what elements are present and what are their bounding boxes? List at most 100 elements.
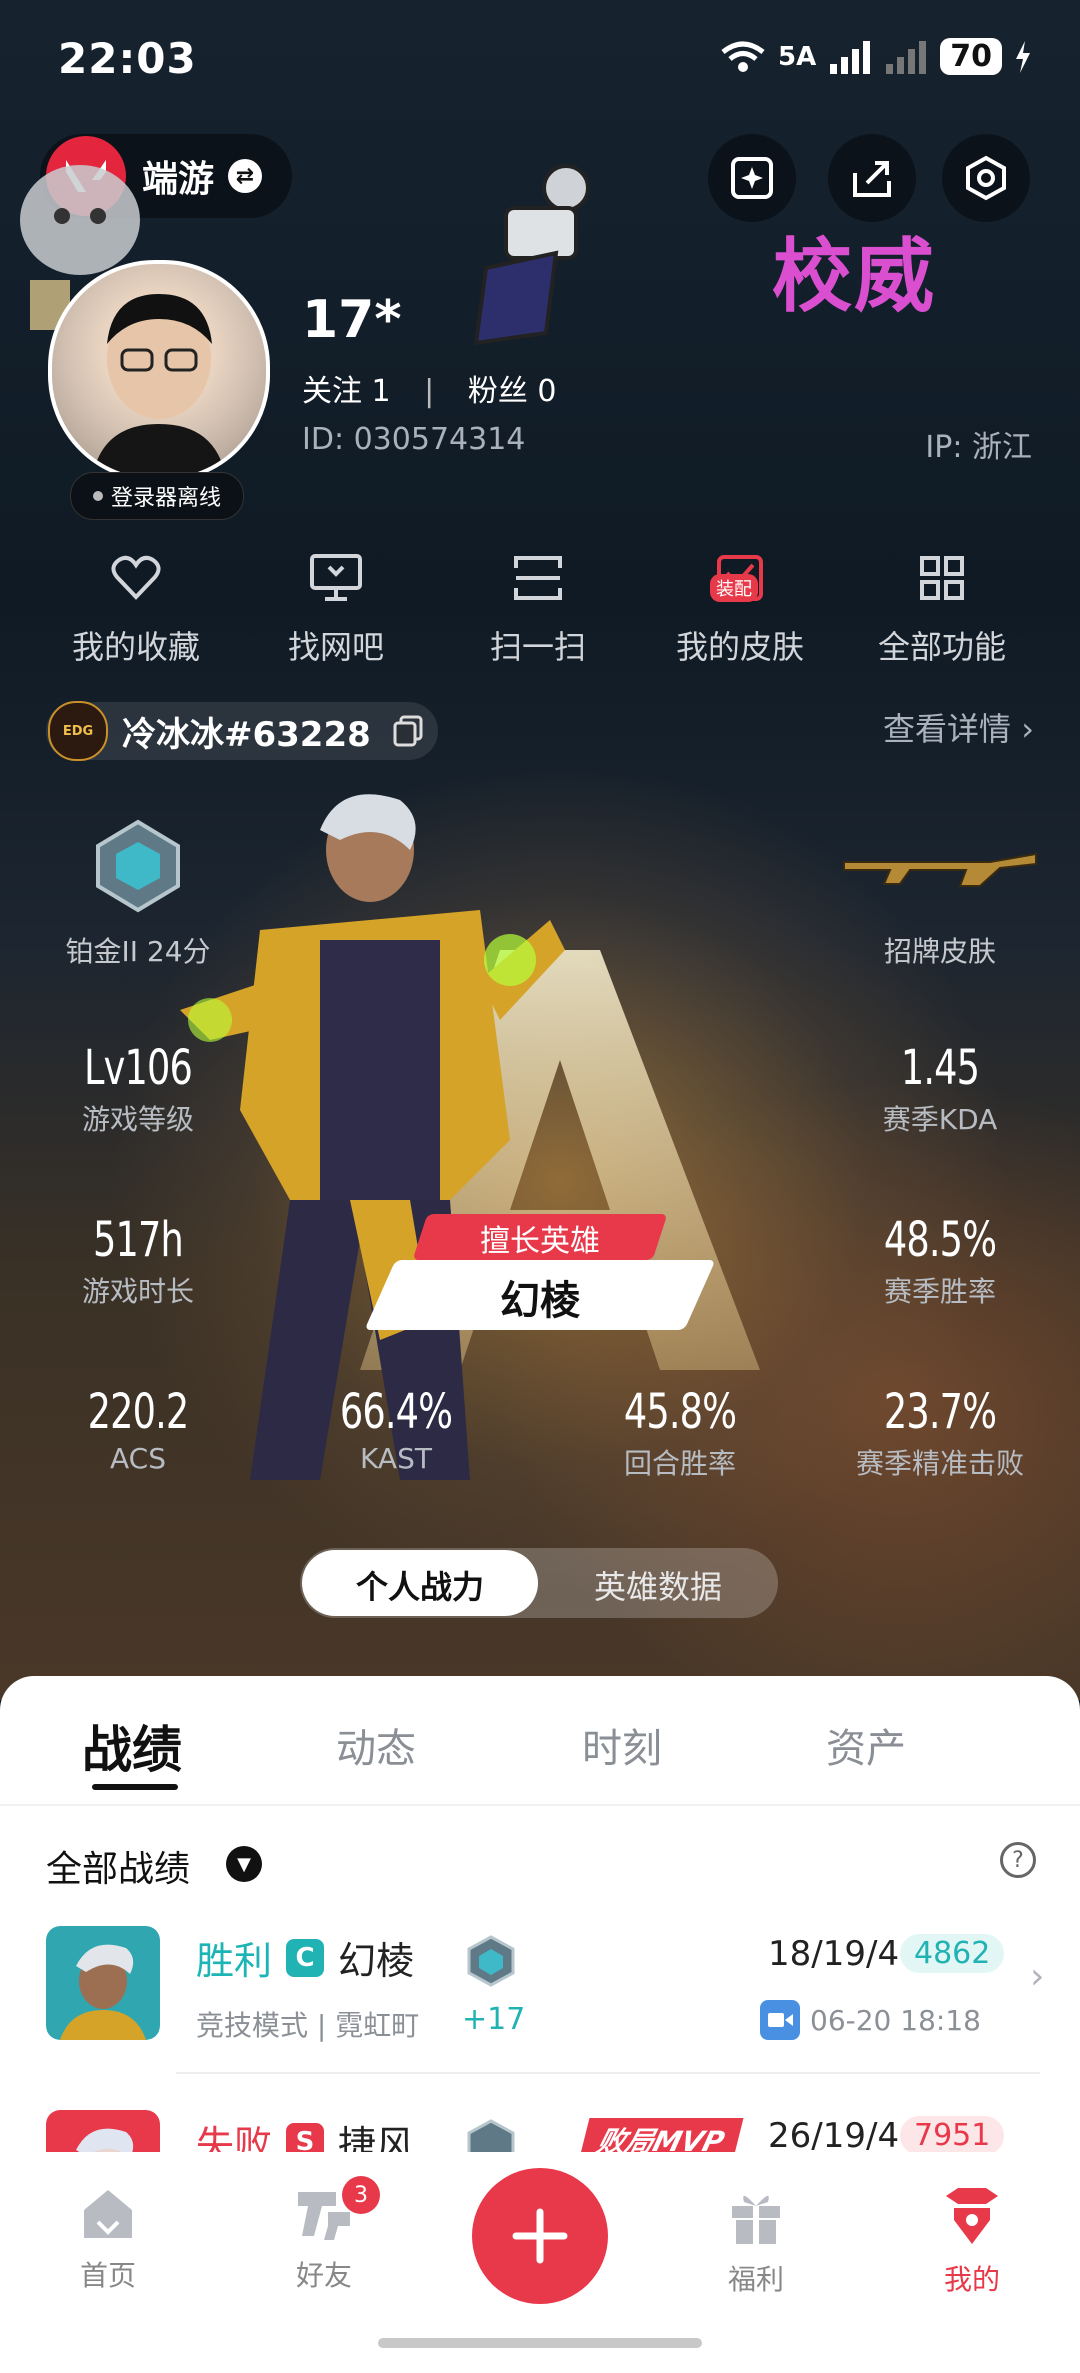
stat-kda: 1.45 赛季KDA xyxy=(820,1040,1060,1138)
stat-value: 48.5% xyxy=(883,1212,997,1268)
chevron-right-icon: › xyxy=(1030,1956,1045,1997)
nav-label: 我的 xyxy=(943,2263,1000,2296)
wifi-icon xyxy=(721,41,765,72)
quick-action-netcafe[interactable]: 找网吧 xyxy=(236,548,436,668)
nav-me[interactable]: 我的 xyxy=(902,2186,1042,2298)
swap-icon: ⇄ xyxy=(228,159,263,193)
following-count[interactable]: 关注 1 xyxy=(302,374,391,409)
weapon-skin-icon[interactable] xyxy=(840,840,1040,890)
match-result: 失败 xyxy=(196,2123,273,2152)
tab-moments[interactable]: 时刻 xyxy=(582,1716,662,1774)
battery-level: 70 xyxy=(940,38,1002,75)
charging-icon xyxy=(1016,40,1030,73)
match-agent: 捷风 xyxy=(338,2123,415,2152)
records-filter-title[interactable]: 全部战绩 xyxy=(46,1840,190,1892)
home-indicator xyxy=(378,2338,702,2348)
stat-label: 赛季胜率 xyxy=(883,1275,996,1308)
tab-records[interactable]: 战绩 xyxy=(82,1710,182,1782)
user-id: ID: 030574314 xyxy=(302,422,526,457)
team-badge: EDG xyxy=(48,701,108,761)
tab-assets[interactable]: 资产 xyxy=(826,1716,906,1774)
signature-agent-name: 幻棱 xyxy=(500,1278,580,1324)
stat-value: 66.4% xyxy=(339,1384,453,1440)
match-row[interactable]: 失败 S 捷风 败局MVP 26/19/4 7951 xyxy=(0,2090,1080,2152)
stat-value: 220.2 xyxy=(87,1384,190,1440)
quick-action-all[interactable]: 全部功能 xyxy=(842,548,1042,668)
match-row[interactable]: 胜利 C 幻棱 竞技模式 | 霓虹町 +17 18/19/4 4862 06-2… xyxy=(0,1904,1080,2074)
nav-home[interactable]: 首页 xyxy=(38,2186,178,2294)
signal-icon xyxy=(830,40,871,74)
segment-agent-data[interactable]: 英雄数据 xyxy=(540,1562,776,1608)
gift-icon xyxy=(732,2195,780,2244)
stat-value: Lv106 xyxy=(84,1040,193,1096)
create-post-button[interactable] xyxy=(472,2168,608,2304)
skin-label: 招牌皮肤 xyxy=(883,935,996,968)
copy-icon[interactable] xyxy=(391,714,425,748)
status-icons: 5A 70 xyxy=(720,38,1032,75)
rank-platinum-icon xyxy=(467,2119,515,2152)
follow-stats: 关注 1 | 粉丝 0 xyxy=(302,366,556,410)
quick-action-favorites[interactable]: 我的收藏 xyxy=(36,548,236,668)
rank-label: 铂金II 24分 xyxy=(65,935,211,968)
spray-decoration-icon xyxy=(473,164,590,346)
stat-hours: 517h 游戏时长 xyxy=(18,1212,258,1310)
nav-label: 福利 xyxy=(727,2263,784,2296)
status-time: 22:03 xyxy=(58,34,197,83)
username: 17* xyxy=(302,290,402,350)
stat-label: 赛季KDA xyxy=(882,1103,998,1136)
view-details-link[interactable]: 查看详情 › xyxy=(883,704,1034,750)
match-agent: 幻棱 xyxy=(338,1939,415,1983)
quick-action-label: 我的收藏 xyxy=(71,628,200,666)
ip-location: IP: 浙江 xyxy=(925,430,1032,465)
follow-separator: | xyxy=(424,374,435,409)
match-mode-map: 竞技模式 | 霓虹町 xyxy=(196,2009,420,2042)
chevron-right-icon: › xyxy=(1021,710,1034,748)
match-result: 胜利 xyxy=(196,1939,273,1983)
stat-precision-kill: 23.7% 赛季精准击败 xyxy=(820,1384,1060,1482)
segment-personal[interactable]: 个人战力 xyxy=(302,1562,538,1608)
nav-label: 好友 xyxy=(295,2259,352,2292)
stat-acs: 220.2 ACS xyxy=(18,1384,258,1475)
tab-feed[interactable]: 动态 xyxy=(336,1716,416,1774)
match-title: 胜利 C 幻棱 xyxy=(196,1930,414,1985)
nav-label: 首页 xyxy=(79,2259,136,2292)
riot-tag-pill[interactable]: EDG 冷冰冰#63228 xyxy=(46,701,438,761)
fans-count[interactable]: 粉丝 0 xyxy=(468,374,557,409)
quick-action-scan[interactable]: 扫一扫 xyxy=(438,548,638,668)
stat-kast: 66.4% KAST xyxy=(276,1384,516,1475)
agent-thumbnail-icon xyxy=(46,2110,160,2152)
stat-label: 回合胜率 xyxy=(623,1447,736,1480)
tabs-divider xyxy=(0,1804,1080,1806)
share-button[interactable] xyxy=(828,134,916,222)
chevron-down-icon[interactable]: ▼ xyxy=(226,1846,262,1882)
monitor-icon xyxy=(310,554,362,601)
stat-round-win: 45.8% 回合胜率 xyxy=(560,1384,800,1482)
skin-badge: 装配 xyxy=(710,574,758,602)
stat-value: 1.45 xyxy=(900,1040,980,1096)
stat-value: 23.7% xyxy=(883,1384,997,1440)
rank-platinum-icon xyxy=(96,819,180,913)
profile-icon xyxy=(946,2188,998,2244)
tab-indicator xyxy=(92,1784,178,1790)
gallery-button[interactable] xyxy=(708,134,796,222)
avatar[interactable] xyxy=(48,260,270,482)
stat-label: ACS xyxy=(110,1442,166,1475)
home-icon xyxy=(84,2190,132,2238)
riot-tag: 冷冰冰#63228 xyxy=(122,714,371,755)
nav-benefits[interactable]: 福利 xyxy=(686,2186,826,2298)
stat-value: 45.8% xyxy=(623,1384,737,1440)
nav-friends[interactable]: 好友 3 xyxy=(254,2176,394,2294)
launcher-status-text: 登录器离线 xyxy=(110,486,221,511)
quick-action-label: 找网吧 xyxy=(287,628,384,666)
help-icon[interactable]: ? xyxy=(1000,1842,1036,1878)
scan-icon xyxy=(514,556,562,600)
row-divider xyxy=(176,2072,1040,2074)
quick-action-skins[interactable]: 装配 我的皮肤 xyxy=(640,548,840,668)
rank-platinum-icon xyxy=(467,1935,515,1987)
settings-button[interactable] xyxy=(942,134,1030,222)
launcher-status-badge: 登录器离线 xyxy=(70,472,244,520)
grid-icon xyxy=(920,556,964,600)
replay-icon[interactable] xyxy=(760,2000,800,2040)
match-score: 7951 xyxy=(900,2116,1005,2152)
stat-label: KAST xyxy=(360,1442,432,1475)
